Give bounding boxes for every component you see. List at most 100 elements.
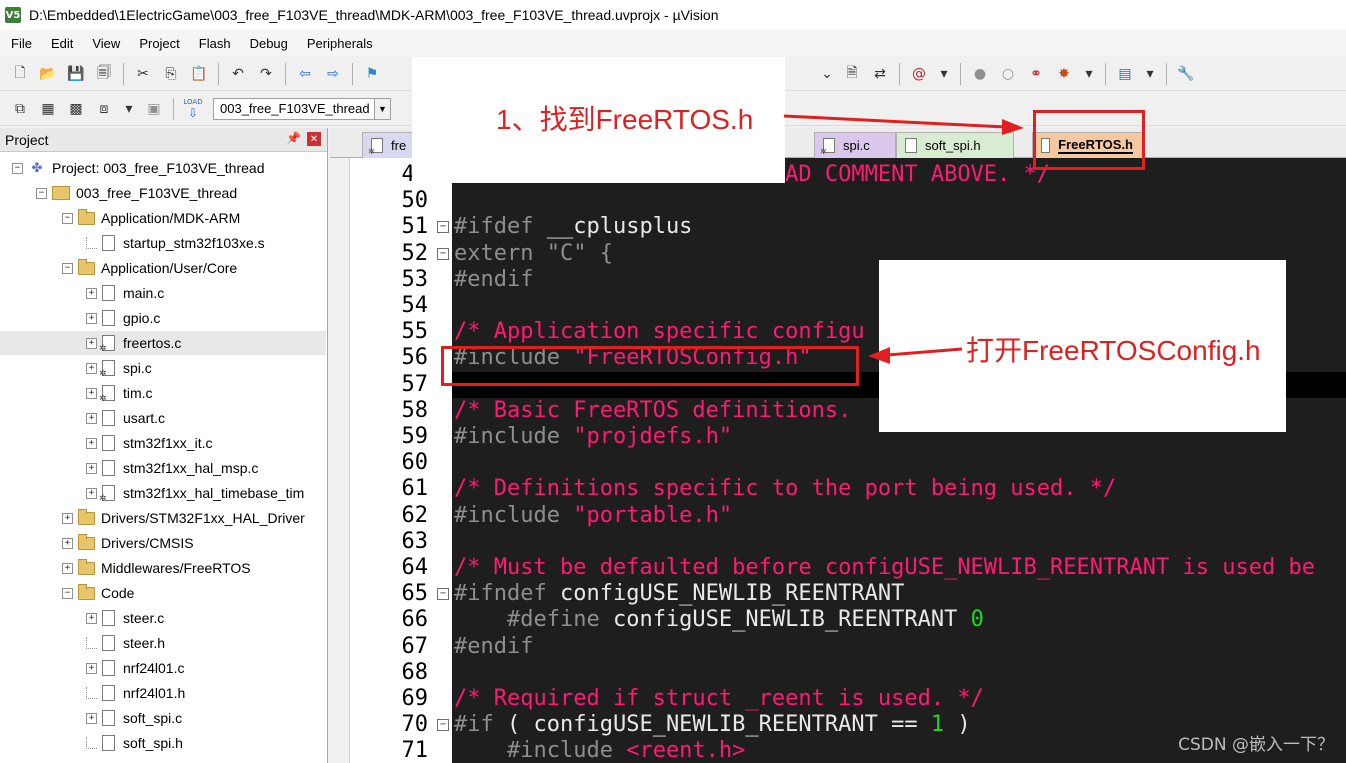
expand-icon[interactable]: + [86,387,97,399]
tree-item[interactable]: + gpio.c [0,306,326,330]
tree-item[interactable]: + soft_spi.c [0,706,326,730]
kill-breakpoints-icon[interactable]: ✸ [1052,62,1076,86]
disable-breakpoints-icon[interactable]: ⚭ [1024,62,1048,86]
tree-item[interactable]: soft_spi.h [0,731,326,755]
batch-build-dropdown-icon[interactable]: ▾ [120,97,138,121]
fold-collapse-icon[interactable]: − [437,248,449,260]
redo-icon[interactable]: ↷ [254,62,278,86]
expand-icon[interactable]: + [62,562,73,574]
expand-icon[interactable]: + [62,537,73,549]
tree-item[interactable]: − Application/MDK-ARM [0,206,326,230]
close-icon[interactable]: ✕ [307,132,321,146]
save-icon[interactable]: 💾 [64,62,88,86]
undo-icon[interactable]: ↶ [226,62,250,86]
rebuild-icon[interactable]: ▩ [64,97,88,121]
line-number: 54 [401,293,429,318]
expand-icon[interactable]: + [86,487,97,499]
tree-item[interactable]: + freertos.c [0,331,326,355]
target-select[interactable]: 003_free_F103VE_thread ▼ [213,97,391,120]
file-icon [102,285,115,301]
fold-collapse-icon[interactable]: − [437,221,449,233]
paste-icon[interactable]: 📋 [187,62,211,86]
expand-icon[interactable]: + [86,712,97,724]
tree-item[interactable]: + tim.c [0,381,326,405]
expand-icon[interactable]: + [86,662,97,674]
tree-item[interactable]: − Application/User/Core [0,256,326,280]
tree-item[interactable]: − Code [0,581,326,605]
navigate-forward-icon[interactable]: ⇨ [321,62,345,86]
menu-peripherals[interactable]: Peripherals [296,36,381,51]
new-file-icon[interactable]: 🗋 [8,62,32,86]
chevron-down-icon[interactable]: ▼ [374,98,390,119]
menu-view[interactable]: View [81,36,128,51]
translate-icon[interactable]: ⧉ [8,97,32,121]
expand-icon[interactable]: + [86,437,97,449]
tree-item[interactable]: + stm32f1xx_hal_msp.c [0,456,326,480]
menu-flash[interactable]: Flash [188,36,239,51]
tree-item[interactable]: nrf24l01.h [0,681,326,705]
tree-item[interactable]: + stm32f1xx_hal_timebase_tim [0,481,326,505]
tree-item[interactable]: + usart.c [0,406,326,430]
build-icon[interactable]: ▦ [36,97,60,121]
tree-item[interactable]: − 003_free_F103VE_thread [0,181,326,205]
menu-debug[interactable]: Debug [239,36,296,51]
tree-item-label: spi.c [123,360,152,376]
breakpoint-dropdown-icon[interactable]: ▾ [1080,62,1098,86]
expand-icon[interactable]: + [86,612,97,624]
fold-collapse-icon[interactable]: − [437,588,449,600]
tree-item[interactable]: startup_stm32f103xe.s [0,231,326,255]
annotation-step1: 1、找到FreeRTOS.h [496,104,754,135]
pin-icon[interactable]: 📌 [286,131,301,145]
tree-item[interactable]: steer.h [0,631,326,655]
find-dropdown-icon[interactable]: ⌄ [818,62,836,86]
insert-breakpoint-icon[interactable]: ● [968,62,992,86]
expand-icon[interactable]: + [86,337,97,349]
enable-breakpoint-icon[interactable]: ○ [996,62,1020,86]
expand-icon[interactable]: + [62,512,73,524]
incremental-find-icon[interactable]: ⇄ [868,62,892,86]
tree-item[interactable]: + steer.c [0,606,326,630]
tree-item[interactable]: + Middlewares/FreeRTOS [0,556,326,580]
copy-icon[interactable]: ⎘ [159,62,183,86]
open-file-icon[interactable]: 📂 [36,62,60,86]
collapse-icon[interactable]: − [62,212,73,224]
window-layout-dropdown-icon[interactable]: ▾ [1141,62,1159,86]
cut-icon[interactable]: ✂ [131,62,155,86]
collapse-icon[interactable]: − [36,187,47,199]
tree-item[interactable]: + Drivers/STM32F1xx_HAL_Driver [0,506,326,530]
collapse-icon[interactable]: − [62,262,73,274]
annotation-arrow-2 [868,347,963,364]
configure-icon[interactable]: 🔧 [1174,62,1198,86]
save-all-icon[interactable]: 🗐 [92,62,116,86]
navigate-back-icon[interactable]: ⇦ [293,62,317,86]
tree-item-label: startup_stm32f103xe.s [123,235,265,251]
find-in-files-icon[interactable]: 🗎 [840,62,864,86]
expand-icon[interactable]: + [86,287,97,299]
fold-collapse-icon[interactable]: − [437,719,449,731]
menu-file[interactable]: File [0,36,40,51]
expand-icon[interactable]: + [86,412,97,424]
breakpoint-gutter[interactable] [330,158,350,763]
line-number: 60 [401,450,429,475]
collapse-icon[interactable]: − [62,587,73,599]
tree-item[interactable]: − ✤ Project: 003_free_F103VE_thread [0,156,326,180]
debug-dropdown-icon[interactable]: ▾ [935,62,953,86]
window-layout-icon[interactable]: ▤ [1113,62,1137,86]
batch-build-icon[interactable]: ⧈ [92,97,116,121]
menu-project[interactable]: Project [128,36,187,51]
expand-icon[interactable]: + [86,312,97,324]
stop-build-icon[interactable]: ▣ [142,97,166,121]
debug-session-icon[interactable]: @ [907,62,931,86]
expand-icon[interactable]: + [86,362,97,374]
load-download-icon[interactable]: LOAD ⇩ [181,97,205,121]
tree-item[interactable]: + stm32f1xx_it.c [0,431,326,455]
code-editor[interactable]: #include "stdint.h" /* READ COMMENT ABOV… [452,158,1346,763]
collapse-icon[interactable]: − [12,162,23,174]
tree-item[interactable]: + main.c [0,281,326,305]
menu-edit[interactable]: Edit [40,36,81,51]
expand-icon[interactable]: + [86,462,97,474]
tree-item[interactable]: + Drivers/CMSIS [0,531,326,555]
tree-item[interactable]: + nrf24l01.c [0,656,326,680]
bookmark-icon[interactable]: ⚑ [360,62,384,86]
tree-item[interactable]: + spi.c [0,356,326,380]
